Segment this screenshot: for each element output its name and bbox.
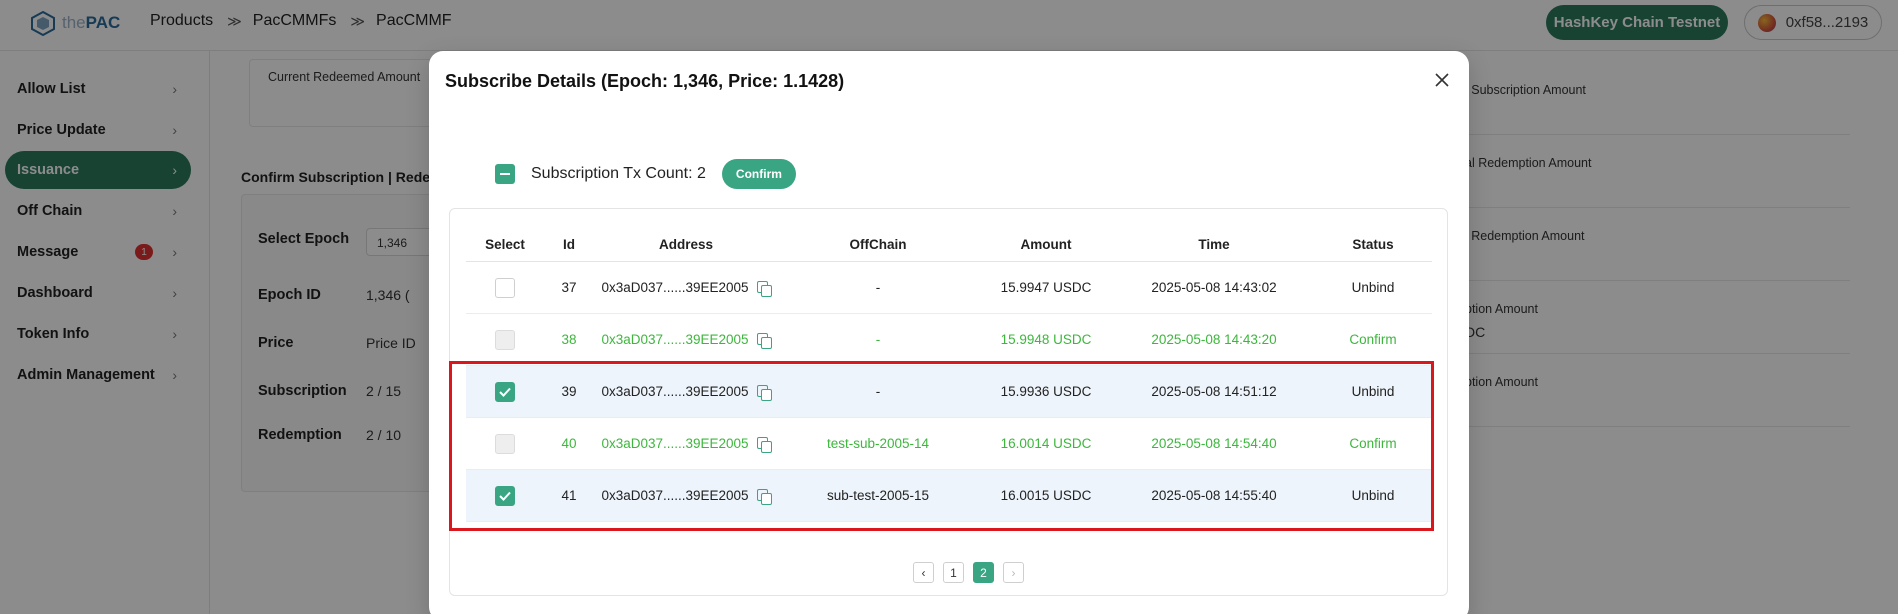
table-row: 38 0x3aD037......39EE2005 - 15.9948 USDC… [466,314,1432,366]
close-icon[interactable] [1431,69,1453,91]
row-time: 2025-05-08 14:55:40 [1151,488,1277,503]
row-status: Confirm [1349,436,1397,451]
row-status: Confirm [1349,332,1397,347]
row-address: 0x3aD037......39EE2005 [601,488,749,503]
row-checkbox [495,329,515,350]
column-header-offchain: OffChain [849,236,907,252]
page-button-current[interactable]: 2 [973,562,994,583]
row-time: 2025-05-08 14:43:20 [1151,332,1277,347]
row-offchain: test-sub-2005-14 [826,436,930,451]
prev-page-button[interactable]: ‹ [913,562,934,583]
row-amount: 15.9947 USDC [1000,280,1092,295]
pagination: ‹ 1 2 › [913,562,1024,583]
transactions-table: Select Id Address OffChain Amount Time S… [466,227,1432,522]
row-status: Unbind [1351,280,1395,295]
column-header-time: Time [1198,236,1230,252]
copy-icon[interactable] [756,384,772,401]
checkmark-icon [499,387,511,397]
row-time: 2025-05-08 14:54:40 [1151,436,1277,451]
copy-icon[interactable] [756,488,772,505]
selection-bar: Subscription Tx Count: 2 Confirm [495,159,796,189]
table-header: Select Id Address OffChain Amount Time S… [466,227,1432,262]
copy-icon[interactable] [756,332,772,349]
select-all-checkbox[interactable] [495,164,515,184]
next-page-button[interactable]: › [1003,562,1024,583]
row-offchain: - [875,280,881,295]
checkmark-icon [499,491,511,501]
subscribe-details-modal: Subscribe Details (Epoch: 1,346, Price: … [429,51,1469,614]
column-header-id: Id [563,236,575,252]
table-row: 41 0x3aD037......39EE2005 sub-test-2005-… [466,470,1432,522]
copy-icon[interactable] [756,436,772,453]
table-row: 39 0x3aD037......39EE2005 - 15.9936 USDC… [466,366,1432,418]
row-status: Unbind [1351,488,1395,503]
selection-count: Subscription Tx Count: 2 [531,165,706,182]
row-checkbox[interactable] [495,277,515,298]
row-address: 0x3aD037......39EE2005 [601,436,749,451]
confirm-button[interactable]: Confirm [721,159,796,189]
row-amount: 16.0014 USDC [1000,436,1092,451]
row-address: 0x3aD037......39EE2005 [601,384,749,399]
row-id: 37 [561,280,577,295]
transactions-table-card: Select Id Address OffChain Amount Time S… [449,208,1448,596]
row-amount: 15.9948 USDC [1000,332,1092,347]
row-status: Unbind [1351,384,1395,399]
row-id: 40 [561,436,577,451]
row-time: 2025-05-08 14:51:12 [1151,384,1277,399]
row-offchain: sub-test-2005-15 [826,488,930,503]
table-row: 40 0x3aD037......39EE2005 test-sub-2005-… [466,418,1432,470]
table-row: 37 0x3aD037......39EE2005 - 15.9947 USDC… [466,262,1432,314]
row-address: 0x3aD037......39EE2005 [601,332,749,347]
row-offchain: - [875,384,881,399]
column-header-select: Select [485,236,525,252]
copy-icon[interactable] [756,280,772,297]
page-button[interactable]: 1 [943,562,964,583]
row-checkbox[interactable] [495,485,515,506]
row-id: 38 [561,332,577,347]
column-header-address: Address [658,236,714,252]
row-address: 0x3aD037......39EE2005 [601,280,749,295]
row-checkbox [495,433,515,454]
row-id: 39 [561,384,577,399]
row-offchain: - [875,332,881,347]
row-time: 2025-05-08 14:43:02 [1151,280,1277,295]
minus-icon [500,173,510,175]
row-id: 41 [561,488,577,503]
row-checkbox[interactable] [495,381,515,402]
row-amount: 16.0015 USDC [1000,488,1092,503]
row-amount: 15.9936 USDC [1000,384,1092,399]
column-header-amount: Amount [1020,236,1072,252]
modal-title: Subscribe Details (Epoch: 1,346, Price: … [445,71,845,91]
column-header-status: Status [1352,236,1394,252]
